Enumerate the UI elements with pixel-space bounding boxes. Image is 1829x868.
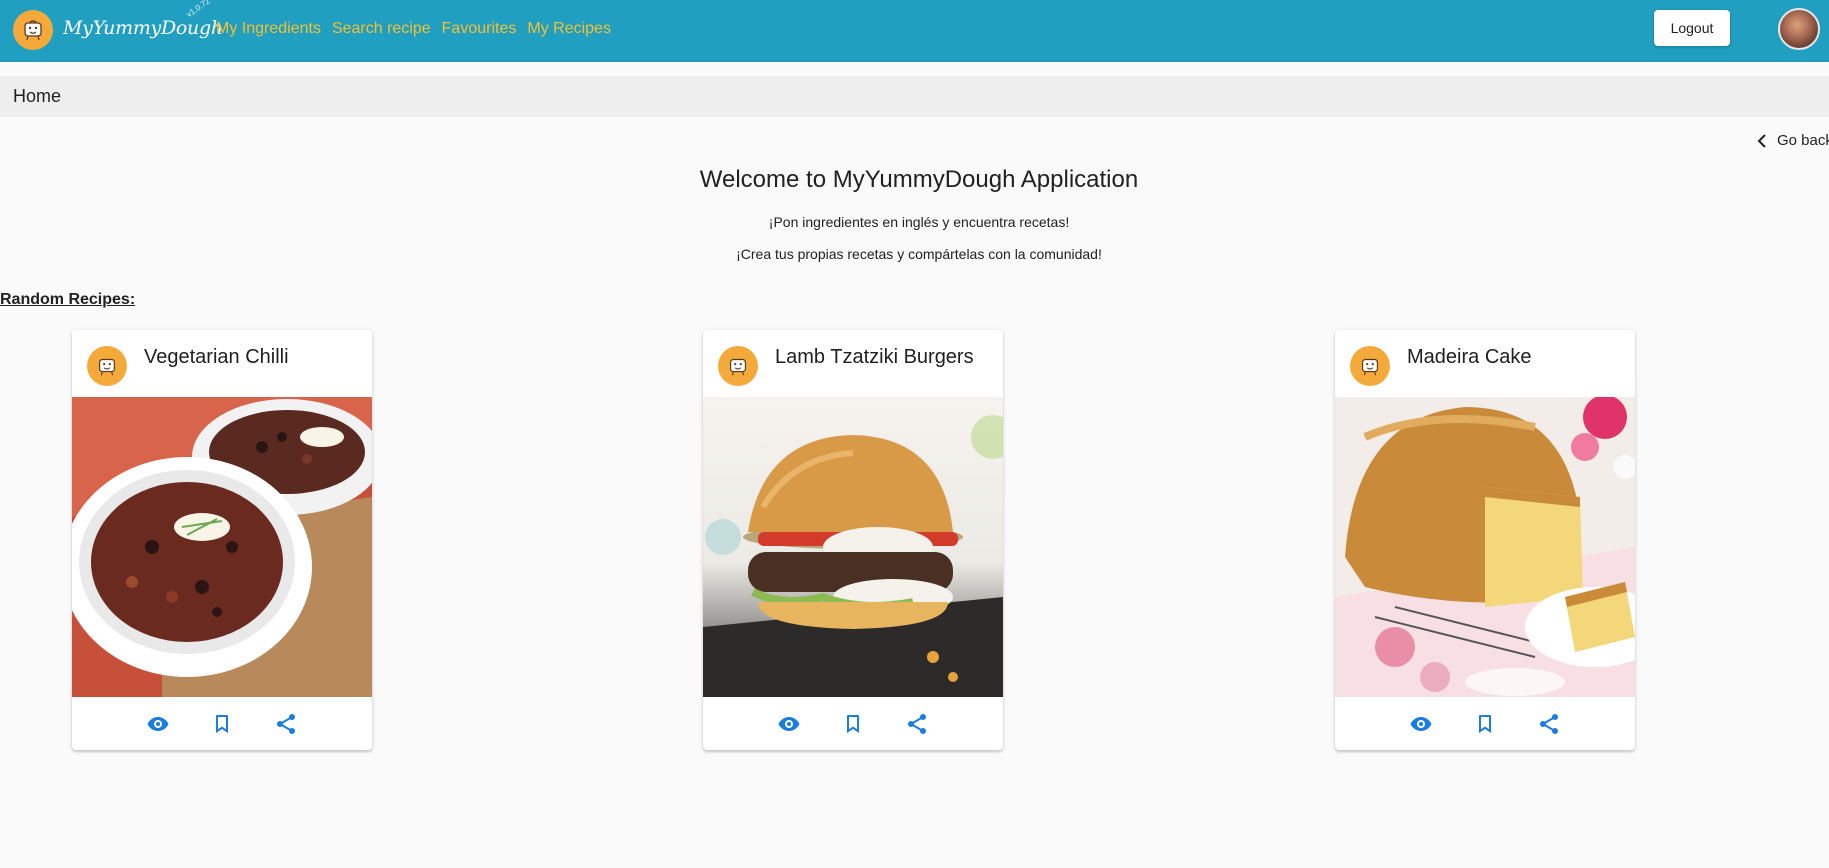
card-header: Lamb Tzatziki Burgers (703, 330, 1003, 396)
recipe-title: Vegetarian Chilli (144, 346, 289, 368)
go-back-button[interactable]: Go back (1757, 132, 1829, 149)
recipe-card: Madeira Cake (1335, 330, 1635, 750)
recipe-title: Lamb Tzatziki Burgers (775, 346, 974, 368)
recipe-image[interactable] (1335, 397, 1635, 697)
recipe-image[interactable] (703, 397, 1003, 697)
card-header: Vegetarian Chilli (72, 330, 372, 396)
logout-button[interactable]: Logout (1654, 10, 1730, 46)
go-back-label: Go back (1777, 132, 1829, 149)
main-nav: My Ingredients Search recipe Favourites … (216, 20, 611, 38)
card-actions (72, 697, 372, 750)
card-mascot-avatar (87, 346, 127, 386)
chevron-left-icon (1757, 133, 1766, 148)
madeira-cake-image (1335, 397, 1635, 697)
share-icon[interactable] (274, 712, 298, 736)
dough-mascot-icon (24, 20, 42, 41)
card-header: Madeira Cake (1335, 330, 1635, 396)
card-actions (703, 697, 1003, 750)
bookmark-icon[interactable] (210, 712, 234, 736)
app-logo[interactable] (13, 10, 53, 50)
dough-mascot-icon (98, 358, 116, 376)
nav-favourites[interactable]: Favourites (442, 20, 517, 38)
nav-search-recipe[interactable]: Search recipe (332, 20, 431, 38)
card-mascot-avatar (718, 346, 758, 386)
card-mascot-avatar (1350, 346, 1390, 386)
share-icon[interactable] (905, 712, 929, 736)
recipe-title: Madeira Cake (1407, 346, 1532, 368)
dough-mascot-icon (729, 358, 747, 376)
app-bar: MyYummyDough v1.0.72 My Ingredients Sear… (0, 0, 1829, 62)
nav-my-ingredients[interactable]: My Ingredients (216, 20, 321, 38)
bookmark-icon[interactable] (841, 712, 865, 736)
app-brand: MyYummyDough (63, 17, 223, 39)
bookmark-icon[interactable] (1473, 712, 1497, 736)
breadcrumb: Home (0, 76, 1829, 117)
dough-mascot-icon (1361, 358, 1379, 376)
chilli-image (72, 397, 372, 697)
view-icon[interactable] (1409, 712, 1433, 736)
welcome-title: Welcome to MyYummyDough Application (699, 166, 1139, 193)
breadcrumb-home: Home (13, 86, 62, 106)
recipe-image[interactable] (72, 397, 372, 697)
random-recipes-heading: Random Recipes: (0, 291, 136, 308)
view-icon[interactable] (777, 712, 801, 736)
view-icon[interactable] (146, 712, 170, 736)
burger-image (703, 397, 1003, 697)
welcome-line-1: ¡Pon ingredientes en inglés y encuentra … (768, 214, 1070, 230)
nav-my-recipes[interactable]: My Recipes (527, 20, 611, 38)
user-avatar[interactable] (1778, 8, 1820, 50)
recipe-card: Lamb Tzatziki Burgers (703, 330, 1003, 750)
card-actions (1335, 697, 1635, 750)
welcome-line-2: ¡Crea tus propias recetas y compártelas … (736, 246, 1102, 262)
recipe-card: Vegetarian Chilli (72, 330, 372, 750)
share-icon[interactable] (1537, 712, 1561, 736)
